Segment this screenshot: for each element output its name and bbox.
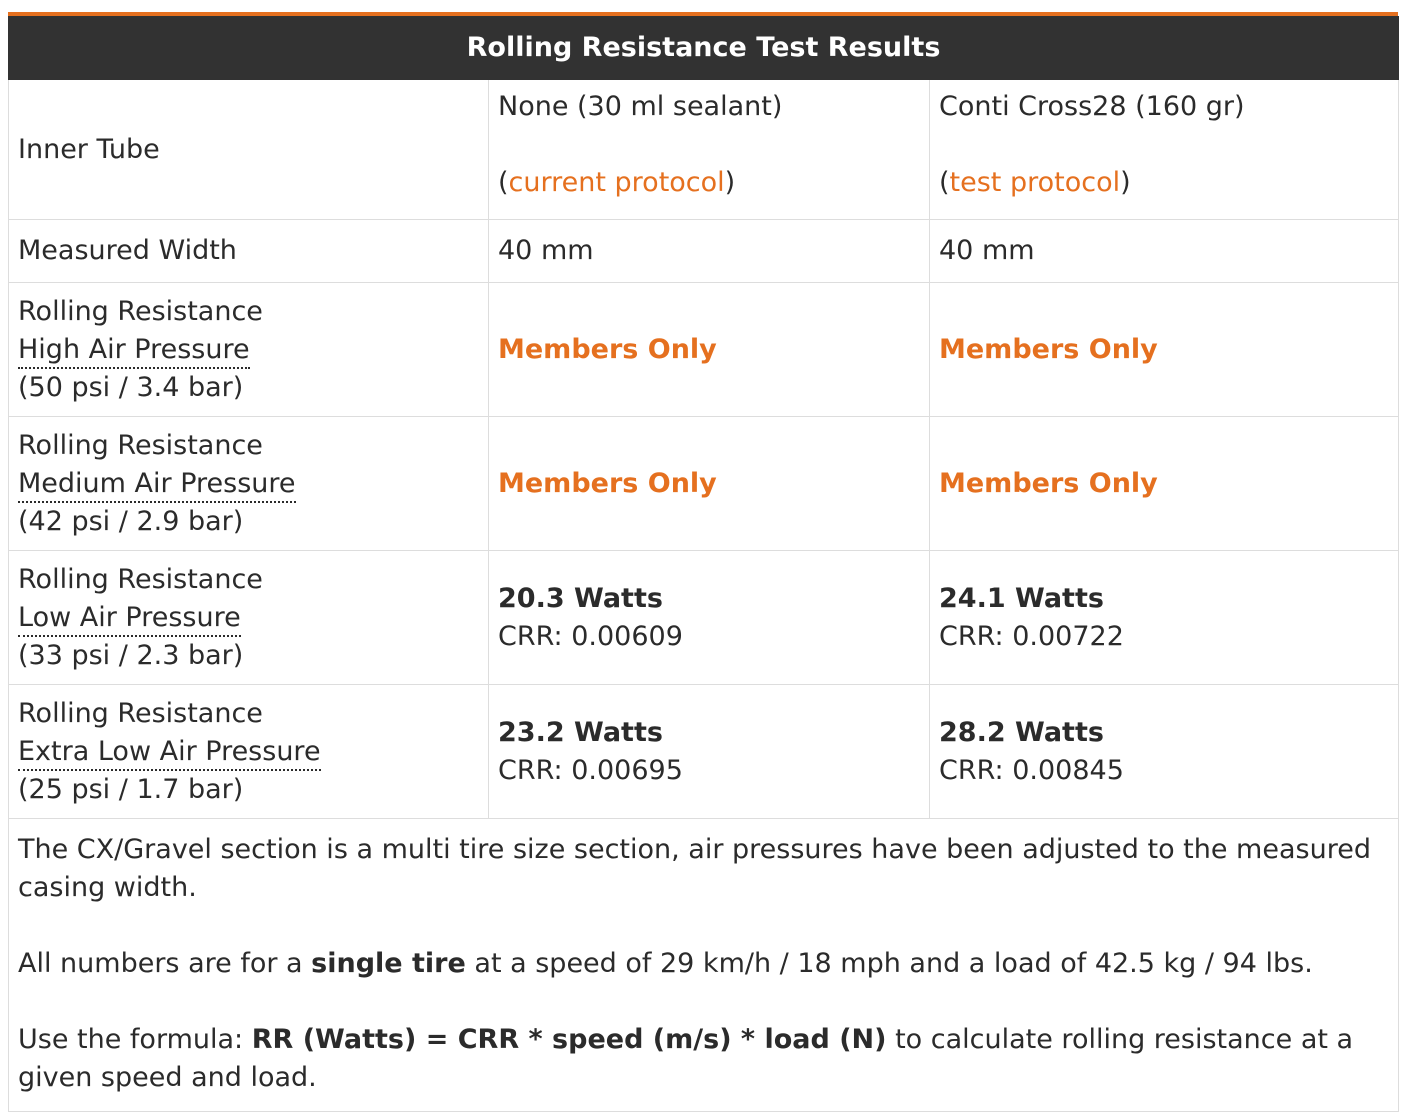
row-label-inner-tube: Inner Tube: [8, 79, 489, 220]
table-row-low-pressure: Rolling Resistance Low Air Pressure (33 …: [8, 550, 1400, 685]
rolling-resistance-table: Rolling Resistance Test Results Inner Tu…: [7, 16, 1400, 1112]
members-only-badge: Members Only: [939, 333, 1158, 365]
note-bold-text: single tire: [311, 948, 466, 979]
crr-value: CRR: 0.00845: [939, 754, 1124, 786]
paren-open: (: [939, 167, 950, 198]
inner-tube-col1-text: None (30 ml sealant): [498, 91, 783, 122]
table-row-high-pressure: Rolling Resistance High Air Pressure (50…: [8, 282, 1400, 417]
test-protocol-link[interactable]: test protocol: [950, 167, 1121, 198]
members-only-badge: Members Only: [498, 467, 717, 499]
high-pressure-col1: Members Only: [488, 282, 930, 417]
notes-cell: The CX/Gravel section is a multi tire si…: [7, 818, 1400, 1112]
low-pressure-col1: 20.3 Watts CRR: 0.00609: [488, 550, 930, 685]
paren-close: ): [724, 167, 736, 198]
inner-tube-col1: None (30 ml sealant) (current protocol): [488, 79, 930, 220]
watts-value: 23.2 Watts: [498, 716, 663, 748]
current-protocol-link[interactable]: current protocol: [509, 167, 725, 198]
table-row-notes: The CX/Gravel section is a multi tire si…: [7, 818, 1400, 1112]
note-text: Use the formula:: [18, 1024, 252, 1055]
row-label-high-pressure: Rolling Resistance High Air Pressure (50…: [8, 282, 489, 417]
inner-tube-col2-text: Conti Cross28 (160 gr): [939, 91, 1245, 122]
measured-width-col2: 40 mm: [928, 219, 1400, 283]
table-row-inner-tube: Inner Tube None (30 ml sealant) (current…: [8, 79, 1400, 220]
row-label-medium-pressure: Rolling Resistance Medium Air Pressure (…: [8, 416, 489, 551]
extra-low-air-pressure-tooltip[interactable]: Extra Low Air Pressure: [18, 735, 321, 771]
rolling-resistance-table-container: Rolling Resistance Test Results Inner Tu…: [7, 12, 1400, 1112]
high-air-pressure-tooltip[interactable]: High Air Pressure: [18, 333, 250, 369]
inner-tube-col2-protocol: (test protocol): [939, 164, 1389, 202]
formula-text: RR (Watts) = CRR * speed (m/s) * load (N…: [251, 1024, 887, 1055]
row-label-measured-width: Measured Width: [8, 219, 489, 283]
row-label-line1: Rolling Resistance: [18, 563, 263, 595]
crr-value: CRR: 0.00695: [498, 754, 683, 786]
table-title: Rolling Resistance Test Results: [7, 16, 1400, 80]
members-only-badge: Members Only: [498, 333, 717, 365]
note-single-tire: All numbers are for a single tire at a s…: [18, 945, 1389, 983]
row-label-pressure: (33 psi / 2.3 bar): [18, 639, 244, 671]
row-label-pressure: (50 psi / 3.4 bar): [18, 371, 244, 403]
row-label-pressure: (42 psi / 2.9 bar): [18, 505, 244, 537]
watts-value: 20.3 Watts: [498, 582, 663, 614]
extra-low-pressure-col2: 28.2 Watts CRR: 0.00845: [928, 684, 1400, 819]
inner-tube-col1-protocol: (current protocol): [498, 164, 920, 202]
medium-pressure-col1: Members Only: [488, 416, 930, 551]
high-pressure-col2: Members Only: [928, 282, 1400, 417]
watts-value: 28.2 Watts: [939, 716, 1104, 748]
note-text: at a speed of 29 km/h / 18 mph and a loa…: [465, 948, 1313, 979]
row-label-low-pressure: Rolling Resistance Low Air Pressure (33 …: [8, 550, 489, 685]
note-text: All numbers are for a: [18, 948, 312, 979]
row-label-extra-low-pressure: Rolling Resistance Extra Low Air Pressur…: [8, 684, 489, 819]
low-pressure-col2: 24.1 Watts CRR: 0.00722: [928, 550, 1400, 685]
note-formula: Use the formula: RR (Watts) = CRR * spee…: [18, 1021, 1389, 1097]
inner-tube-col2: Conti Cross28 (160 gr) (test protocol): [928, 79, 1400, 220]
medium-pressure-col2: Members Only: [928, 416, 1400, 551]
crr-value: CRR: 0.00609: [498, 620, 683, 652]
watts-value: 24.1 Watts: [939, 582, 1104, 614]
low-air-pressure-tooltip[interactable]: Low Air Pressure: [18, 601, 241, 637]
crr-value: CRR: 0.00722: [939, 620, 1124, 652]
paren-close: ): [1120, 167, 1131, 198]
medium-air-pressure-tooltip[interactable]: Medium Air Pressure: [18, 467, 296, 503]
row-label-pressure: (25 psi / 1.7 bar): [18, 773, 244, 805]
row-label-line1: Rolling Resistance: [18, 697, 263, 729]
row-label-line1: Rolling Resistance: [18, 295, 263, 327]
note-multi-size: The CX/Gravel section is a multi tire si…: [18, 834, 1371, 903]
table-row-medium-pressure: Rolling Resistance Medium Air Pressure (…: [8, 416, 1400, 551]
measured-width-col1: 40 mm: [488, 219, 930, 283]
paren-open: (: [498, 167, 509, 198]
table-row-extra-low-pressure: Rolling Resistance Extra Low Air Pressur…: [8, 684, 1400, 819]
table-row-measured-width: Measured Width 40 mm 40 mm: [8, 219, 1400, 283]
row-label-line1: Rolling Resistance: [18, 429, 263, 461]
extra-low-pressure-col1: 23.2 Watts CRR: 0.00695: [488, 684, 930, 819]
members-only-badge: Members Only: [939, 467, 1158, 499]
